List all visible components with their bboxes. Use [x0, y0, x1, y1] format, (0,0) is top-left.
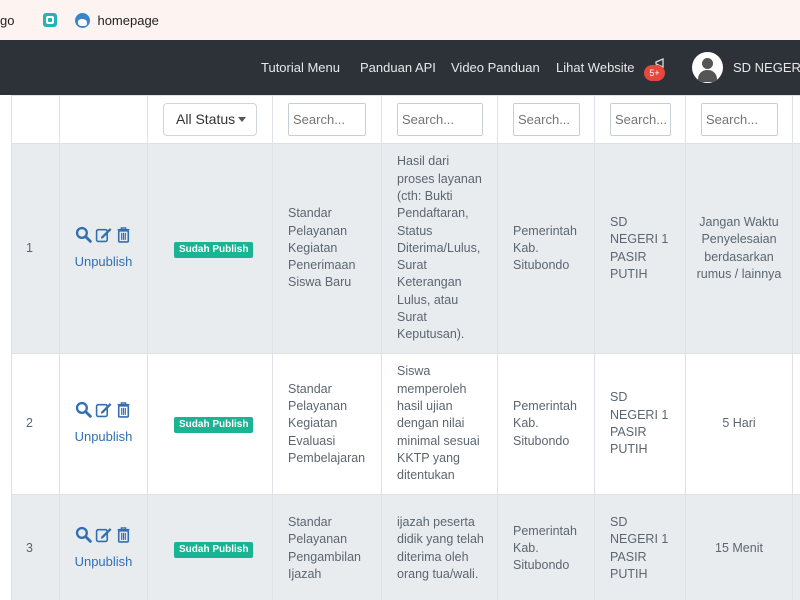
table-row: 1 Unpublish Sudah Publish Standar Pelaya…: [11, 143, 800, 354]
nav-tutorial-menu[interactable]: Tutorial Menu: [261, 60, 340, 75]
notification-badge: 5+: [644, 65, 665, 81]
filter-cell-empty: [792, 95, 800, 144]
produk-cell: Hasil dari proses layanan (cth: Bukti Pe…: [381, 143, 498, 354]
bookmark-app-icon[interactable]: [43, 13, 58, 27]
pemerintah-cell: Pemerintah Kab. Situbondo: [497, 494, 595, 600]
unit-cell: SD NEGERI 1 PASIR PUTIH: [594, 353, 686, 495]
user-name[interactable]: SD NEGERI 1: [733, 60, 800, 75]
search-icon[interactable]: [75, 226, 92, 243]
nav-lihat-website[interactable]: Lihat Website: [556, 60, 635, 75]
row-number: 1: [11, 143, 60, 354]
table-container: All Status 1 Unpublish Sudah P: [0, 95, 800, 600]
extra-cell: [792, 143, 800, 354]
search-input-standar[interactable]: [288, 103, 366, 136]
search-icon[interactable]: [75, 401, 92, 419]
produk-cell: Siswa memperoleh hasil ujian dengan nila…: [381, 353, 498, 495]
standar-cell: Standar Pelayanan Kegiatan Evaluasi Pemb…: [272, 353, 382, 495]
search-input-produk[interactable]: [397, 103, 483, 136]
filter-cell-search: [497, 95, 595, 144]
trash-icon[interactable]: [115, 526, 132, 543]
search-icon[interactable]: [75, 526, 92, 543]
table-row: 3 Unpublish Sudah Publish Standar Pelaya…: [11, 494, 800, 600]
row-actions: Unpublish: [59, 353, 148, 495]
standar-cell: Standar Pelayanan Pengambilan Ijazah: [272, 494, 382, 600]
trash-icon[interactable]: [115, 226, 132, 243]
status-badge: Sudah Publish: [174, 241, 254, 258]
avatar[interactable]: [692, 52, 723, 83]
status-cell: Sudah Publish: [147, 494, 273, 600]
filter-cell-empty: [11, 95, 60, 144]
trash-icon[interactable]: [115, 401, 132, 419]
status-badge: Sudah Publish: [174, 417, 254, 433]
globe-icon: [75, 12, 91, 28]
status-badge: Sudah Publish: [174, 541, 254, 558]
caret-down-icon: [238, 117, 247, 122]
filter-cell-search: [381, 95, 498, 144]
extra-cell: [792, 353, 800, 495]
produk-cell: ijazah peserta didik yang telah diterima…: [381, 494, 498, 600]
filter-cell-empty: [59, 95, 148, 144]
waktu-cell: Jangan Waktu Penyelesaian berdasarkan ru…: [685, 143, 793, 354]
search-input-unit[interactable]: [610, 103, 671, 136]
waktu-cell: 5 Hari: [685, 353, 793, 495]
nav-video-panduan[interactable]: Video Panduan: [451, 60, 540, 75]
edit-icon[interactable]: [95, 526, 112, 543]
status-filter-select[interactable]: All Status: [163, 103, 257, 136]
unit-cell: SD NEGERI 1 PASIR PUTIH: [594, 494, 686, 600]
unpublish-link[interactable]: Unpublish: [75, 429, 133, 444]
extra-cell: [792, 494, 800, 600]
search-input-waktu[interactable]: [701, 103, 778, 136]
edit-icon[interactable]: [95, 401, 112, 418]
nav-panduan-api[interactable]: Panduan API: [360, 60, 436, 75]
bookmarks-bar: go homepage: [0, 0, 800, 40]
unpublish-link[interactable]: Unpublish: [75, 254, 133, 269]
notification-button[interactable]: 5+: [644, 56, 670, 82]
edit-icon[interactable]: [95, 226, 112, 243]
table-row: 2 Unpublish Sudah Publish Standar Pelaya…: [11, 353, 800, 495]
unpublish-link[interactable]: Unpublish: [75, 554, 133, 569]
pemerintah-cell: Pemerintah Kab. Situbondo: [497, 143, 595, 354]
row-actions: Unpublish: [59, 143, 148, 354]
standar-cell: Standar Pelayanan Kegiatan Penerimaan Si…: [272, 143, 382, 354]
bookmark-partial[interactable]: go: [0, 0, 14, 40]
filter-cell-search: [594, 95, 686, 144]
waktu-cell: 15 Menit: [685, 494, 793, 600]
search-input-pemerintah[interactable]: [513, 103, 580, 136]
filter-row: All Status: [11, 95, 800, 144]
unit-cell: SD NEGERI 1 PASIR PUTIH: [594, 143, 686, 354]
row-actions: Unpublish: [59, 494, 148, 600]
row-number: 2: [11, 353, 60, 495]
status-cell: Sudah Publish: [147, 353, 273, 495]
bookmark-homepage[interactable]: homepage: [97, 0, 158, 40]
status-cell: Sudah Publish: [147, 143, 273, 354]
pemerintah-cell: Pemerintah Kab. Situbondo: [497, 353, 595, 495]
row-number: 3: [11, 494, 60, 600]
filter-cell-search: [685, 95, 793, 144]
status-filter-value: All Status: [176, 110, 236, 127]
filter-cell-status: All Status: [147, 95, 273, 144]
data-table: All Status 1 Unpublish Sudah P: [11, 95, 800, 600]
top-navbar: Tutorial Menu Panduan API Video Panduan …: [0, 40, 800, 95]
filter-cell-search: [272, 95, 382, 144]
